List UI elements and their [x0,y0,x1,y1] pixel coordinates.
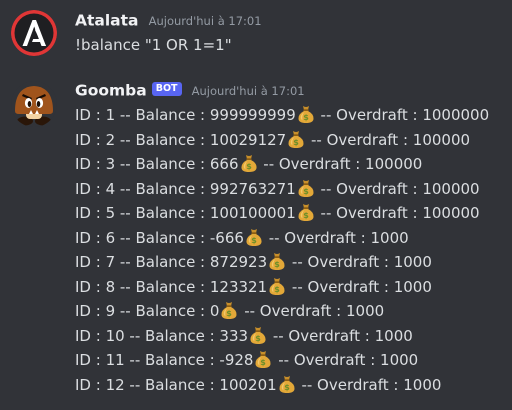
author-name[interactable]: Goomba [75,82,147,100]
chat-message-list: Atalata Aujourd'hui à 17:01 !balance "1 … [0,0,512,410]
money-bag-icon: $ [246,228,262,246]
balance-text: ID : 4 -- Balance : 992763271 [75,179,296,198]
money-bag-icon: $ [288,130,304,148]
svg-text:$: $ [246,162,252,171]
message-header: Goomba BOT Aujourd'hui à 17:01 [75,79,512,101]
overdraft-text: -- Overdraft : 1000000 [315,106,490,124]
overdraft-text: -- Overdraft : 1000 [273,351,419,369]
money-bag-icon: $ [298,106,314,123]
author-name[interactable]: Atalata [75,12,139,30]
balance-row: ID : 1 -- Balance : 999999999 $ -- Overdr… [75,103,512,128]
balance-text: ID : 5 -- Balance : 100100001 [75,204,296,222]
overdraft-text: -- Overdraft : 1000 [263,228,409,247]
overdraft-text: -- Overdraft : 1000 [287,277,432,296]
money-bag-icon: $ [298,204,314,221]
balance-text: ID : 1 -- Balance : 999999999 [75,106,296,124]
balance-row: ID : 11 -- Balance : -928 $ -- Overdraft … [75,348,512,373]
money-bag-icon: $ [298,179,314,197]
svg-text:$: $ [261,358,267,367]
svg-text:$: $ [251,236,257,245]
message-text: ID : 1 -- Balance : 999999999 $ -- Overdr… [75,103,512,397]
balance-text: ID : 10 -- Balance : 333 [75,326,249,345]
svg-text:$: $ [293,138,299,147]
overdraft-text: -- Overdraft : 100000 [315,179,480,198]
balance-text: ID : 12 -- Balance : 100201 [75,375,277,394]
message-timestamp[interactable]: Aujourd'hui à 17:01 [149,14,262,28]
svg-text:$: $ [274,285,280,294]
balance-row: ID : 9 -- Balance : 0 $ -- Overdraft : 10… [75,299,512,324]
money-bag-icon: $ [221,302,237,319]
balance-row: ID : 2 -- Balance : 10029127 $ -- Overdra… [75,128,512,153]
balance-text: ID : 6 -- Balance : -666 [75,228,244,247]
money-bag-icon: $ [255,351,272,368]
money-bag-icon: $ [240,155,257,172]
svg-text:$: $ [227,309,233,318]
overdraft-text: -- Overdraft : 100000 [306,130,471,149]
balance-text: ID : 2 -- Balance : 10029127 [75,130,287,149]
balance-row: ID : 3 -- Balance : 666 $ -- Overdraft : … [75,152,512,177]
money-bag-icon: $ [250,326,266,344]
svg-text:$: $ [284,383,290,392]
overdraft-text: -- Overdraft : 1000 [239,302,385,320]
message-header: Atalata Aujourd'hui à 17:01 [75,9,512,31]
balance-row: ID : 12 -- Balance : 100201 $ -- Overdraf… [75,373,512,398]
avatar[interactable] [11,10,57,56]
overdraft-text: -- Overdraft : 1000 [296,375,442,394]
balance-text: ID : 8 -- Balance : 123321 [75,277,268,296]
chat-message: Atalata Aujourd'hui à 17:01 !balance "1 … [0,5,512,58]
message-text: !balance "1 OR 1=1" [75,36,232,54]
balance-text: ID : 11 -- Balance : -928 [75,351,254,369]
balance-row: ID : 4 -- Balance : 992763271 $ -- Overdr… [75,177,512,202]
svg-text:$: $ [255,334,261,343]
chat-message: Goomba BOT Aujourd'hui à 17:01 ID : 1 -- … [0,75,512,405]
overdraft-text: -- Overdraft : 1000 [268,326,413,345]
avatar[interactable] [11,81,57,127]
balance-row: ID : 10 -- Balance : 333 $ -- Overdraft :… [75,324,512,349]
balance-text: ID : 7 -- Balance : 872923 [75,253,268,271]
balance-row: ID : 7 -- Balance : 872923 $ -- Overdraft… [75,250,512,275]
bot-tag: BOT [151,81,182,96]
balance-text: ID : 3 -- Balance : 666 [75,155,239,173]
money-bag-icon: $ [269,253,285,270]
balance-text: ID : 9 -- Balance : 0 [75,302,220,320]
overdraft-text: -- Overdraft : 1000 [287,253,432,271]
balance-row: ID : 5 -- Balance : 100100001 $ -- Overdr… [75,201,512,226]
svg-text:$: $ [303,187,309,196]
balance-row: ID : 8 -- Balance : 123321 $ -- Overdraft… [75,275,512,300]
message-content: Atalata Aujourd'hui à 17:01 !balance "1 … [75,9,512,58]
balance-row: ID : 6 -- Balance : -666 $ -- Overdraft :… [75,226,512,251]
money-bag-icon: $ [269,277,285,295]
message-timestamp[interactable]: Aujourd'hui à 17:01 [192,84,305,98]
money-bag-icon: $ [279,375,295,393]
svg-text:$: $ [303,211,309,220]
overdraft-text: -- Overdraft : 100000 [258,155,423,173]
overdraft-text: -- Overdraft : 100000 [315,204,480,222]
message-content: Goomba BOT Aujourd'hui à 17:01 ID : 1 -- … [75,79,512,397]
svg-text:$: $ [274,260,280,269]
svg-text:$: $ [303,113,309,122]
